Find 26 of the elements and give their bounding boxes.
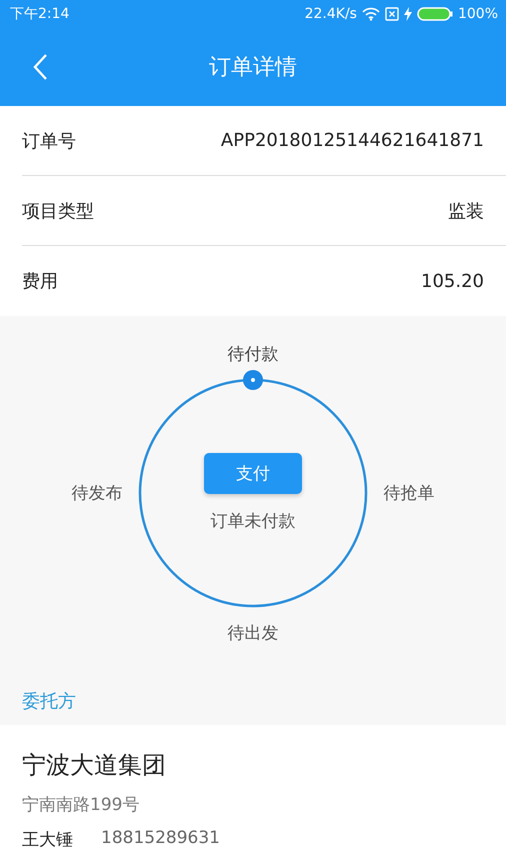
pay-button[interactable]: 支付 [204, 453, 302, 494]
charging-icon [404, 7, 412, 21]
client-name: 宁波大道集团 [22, 750, 166, 781]
stage-label: 待抢单 [384, 482, 434, 504]
stage-label: 待出发 [228, 622, 278, 644]
detail-value: APP20180125144621641871 [220, 130, 484, 151]
stage-label: 待发布 [72, 482, 122, 504]
detail-value: 105.20 [421, 270, 484, 292]
back-button[interactable] [32, 53, 48, 81]
contact-phone: 18815289631 [101, 828, 220, 850]
status-time: 下午2:14 [10, 5, 70, 23]
battery-percent: 100% [458, 6, 498, 22]
detail-value: 监装 [448, 200, 484, 222]
wifi-icon [362, 7, 380, 21]
section-title: 委托方 [22, 690, 76, 712]
detail-label: 项目类型 [22, 200, 94, 222]
sim-icon [384, 7, 399, 21]
client-address: 宁南南路199号 [22, 794, 140, 816]
order-status: 订单未付款 [210, 510, 296, 532]
detail-label: 费用 [22, 270, 58, 293]
battery-icon [416, 7, 453, 21]
page-title: 订单详情 [209, 54, 297, 82]
network-speed: 22.4K/s [304, 6, 357, 22]
stage-label: 待付款 [228, 344, 278, 366]
detail-label: 订单号 [22, 130, 76, 152]
contact-name: 王大锤 [22, 829, 73, 850]
